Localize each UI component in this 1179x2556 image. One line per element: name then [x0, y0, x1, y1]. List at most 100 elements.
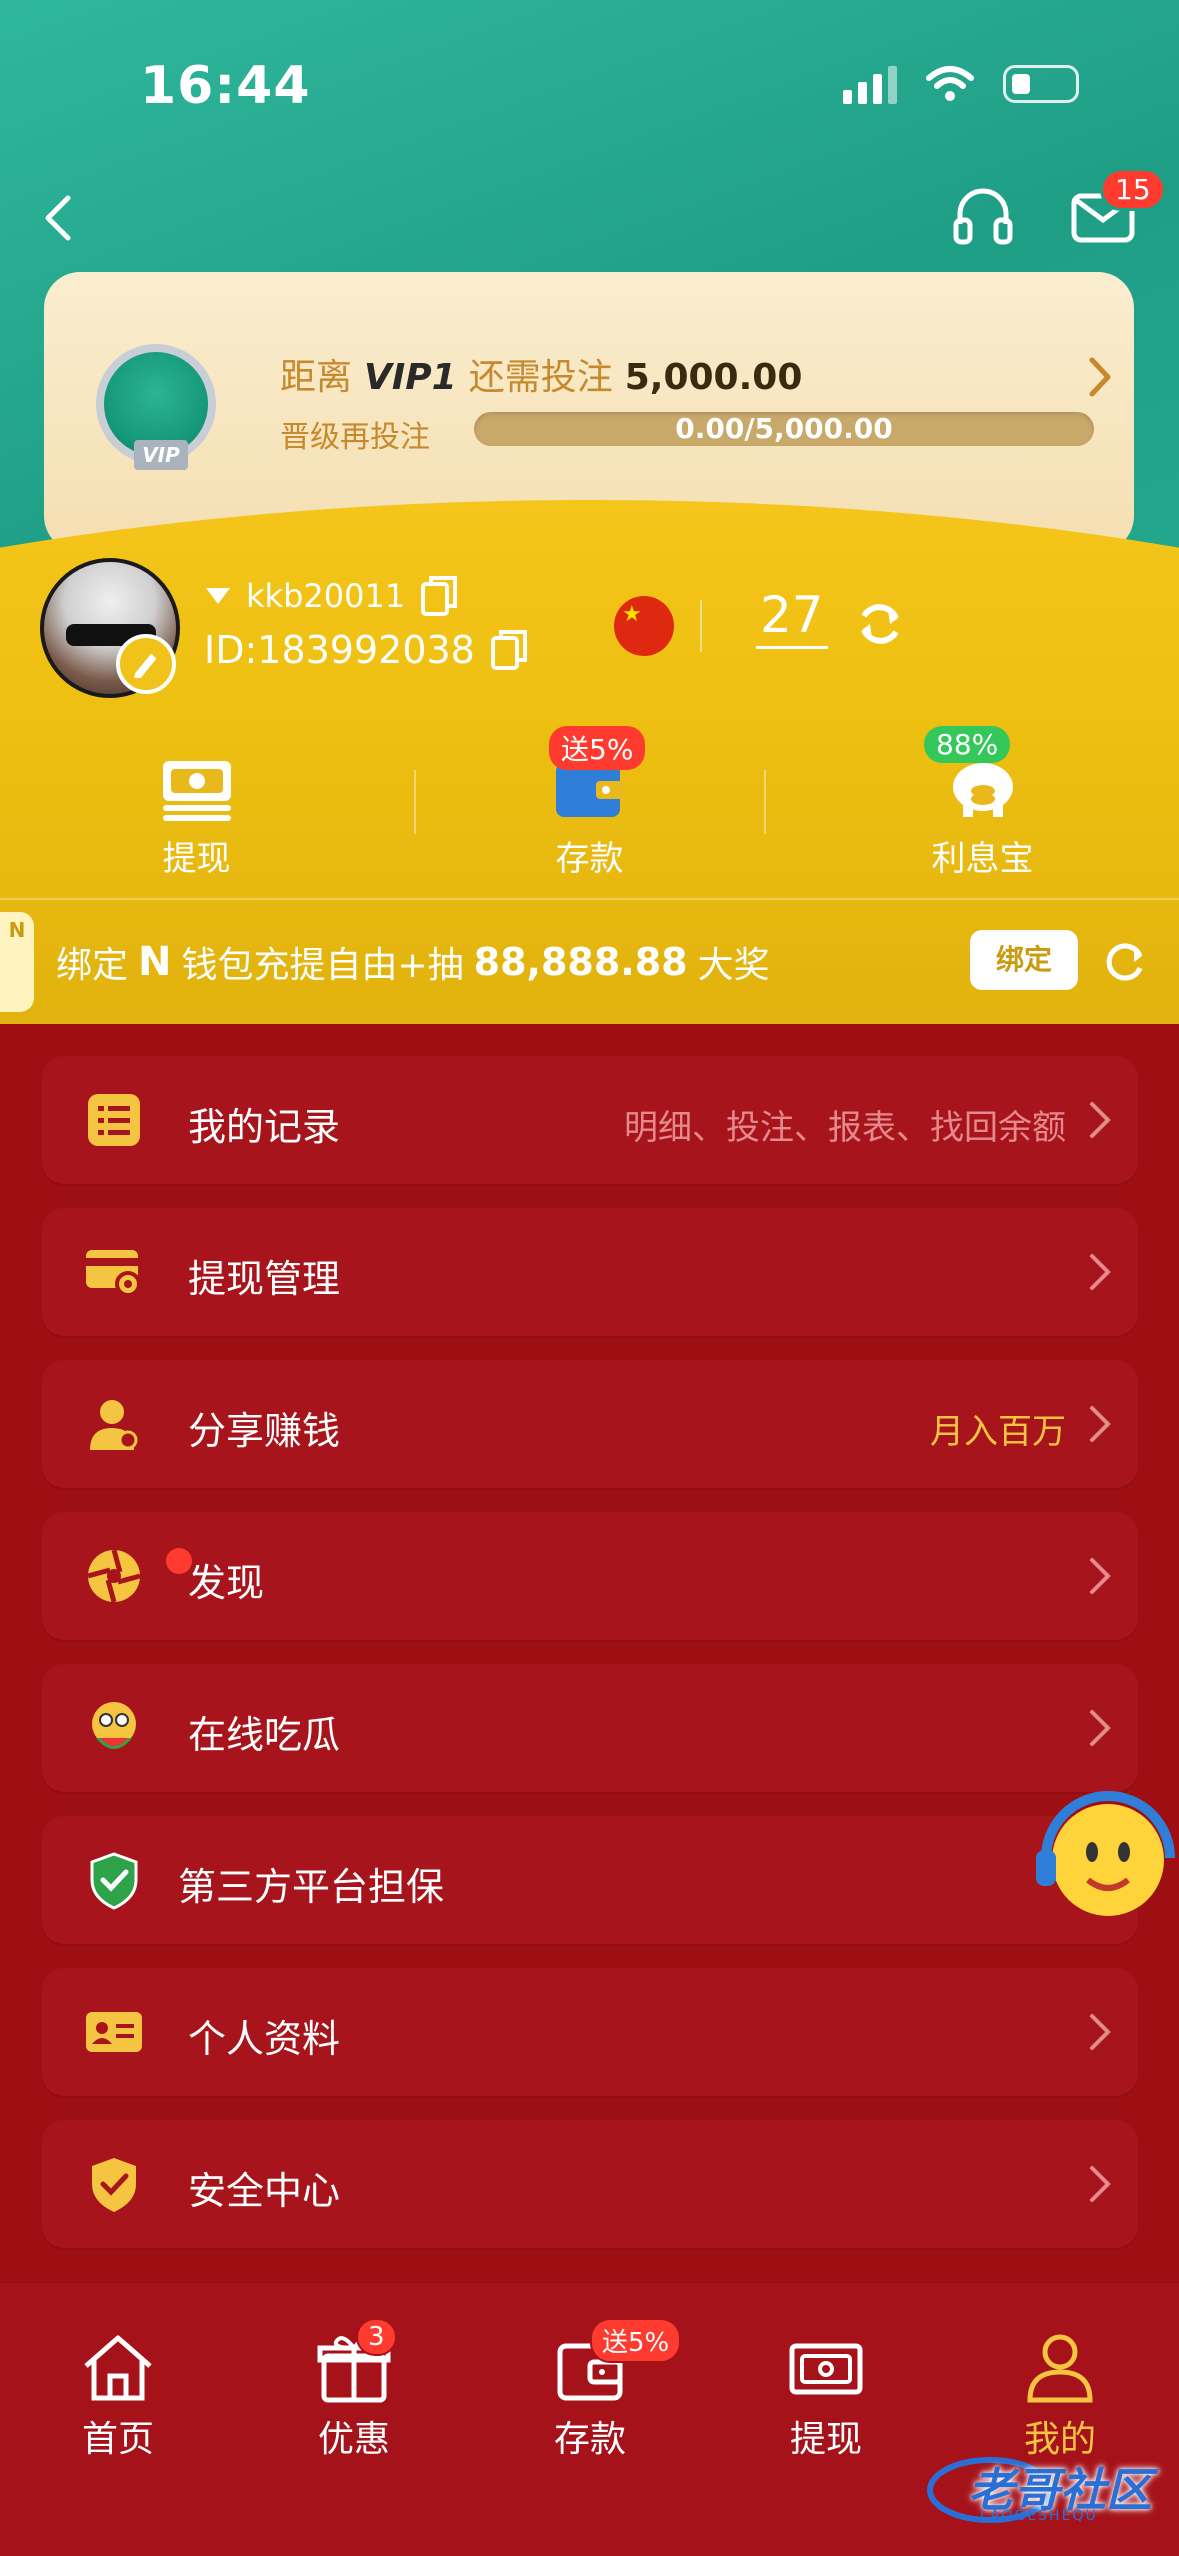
menu-label: 我的记录: [188, 1105, 341, 1149]
deposit-bonus-badge: 送5%: [590, 2318, 682, 2363]
customer-service-bot-icon[interactable]: [1026, 1788, 1176, 1938]
cellular-signal-icon: [843, 64, 897, 104]
user-icon: [1027, 2334, 1093, 2403]
user-id-row: ID:183992038: [204, 628, 529, 672]
divider: [700, 600, 702, 652]
menu-item-melon[interactable]: 在线吃瓜: [42, 1664, 1138, 1792]
quick-action-label: 利息宝: [931, 839, 1034, 879]
card-settings-icon: [86, 1250, 141, 1297]
menu-item-profile[interactable]: 个人资料: [42, 1968, 1138, 2096]
vip-level: VIP1: [364, 357, 457, 398]
shield-icon: [92, 2158, 136, 2212]
tab-label: 提现: [789, 2419, 862, 2460]
promo-brand: N: [138, 939, 172, 985]
mail-unread-badge: 15: [1100, 168, 1166, 211]
menu-label: 分享赚钱: [188, 1409, 341, 1453]
aperture-icon: [87, 1549, 141, 1603]
copy-icon[interactable]: [489, 628, 529, 672]
divider: [414, 770, 416, 834]
wifi-icon: [926, 66, 974, 101]
quick-action-deposit[interactable]: 送5% 存款: [393, 726, 786, 880]
user-id: ID:183992038: [204, 628, 475, 672]
flag-star-icon: ★: [622, 602, 642, 627]
copy-icon[interactable]: [419, 574, 459, 618]
menu-item-discover[interactable]: 发现: [42, 1512, 1138, 1640]
vip-requirement: 距离 VIP1 还需投注 5,000.00: [280, 348, 802, 400]
username: kkb20011: [246, 577, 406, 615]
list-icon: [88, 1094, 140, 1146]
caret-down-icon[interactable]: [204, 586, 232, 606]
vip-progress-bar: 0.00/5,000.00: [474, 412, 1094, 446]
chevron-right-icon[interactable]: [1080, 352, 1120, 402]
vip-progress-text: 0.00/5,000.00: [675, 412, 893, 445]
user-share-icon: [90, 1400, 138, 1450]
balance: 27: [756, 586, 828, 649]
ticket-icon: [789, 2343, 863, 2395]
refresh-icon[interactable]: [1100, 936, 1150, 986]
chevron-right-icon: [1090, 1406, 1111, 1442]
chevron-right-icon: [1090, 1254, 1111, 1290]
promo-body: 钱包充提自由+抽: [181, 945, 464, 986]
status-icons: [843, 64, 1079, 104]
chevron-right-icon: [1090, 1558, 1111, 1594]
promo-side-text: N: [8, 918, 26, 942]
promotions-count-badge: 3: [356, 2318, 397, 2356]
status-time: 16:44: [140, 56, 311, 116]
promo-suffix: 大奖: [697, 945, 770, 986]
melon-face-icon: [92, 1702, 136, 1749]
menu-label: 第三方平台担保: [178, 1865, 445, 1909]
tab-label: 首页: [81, 2419, 154, 2460]
menu-item-third-party-guarantee[interactable]: 第三方平台担保: [42, 1816, 1138, 1944]
piggy-bank-icon: [952, 763, 1013, 817]
promo-text: 绑定 N 钱包充提自由+抽 88,888.88 大奖: [56, 936, 770, 988]
menu-label: 安全中心: [188, 2169, 341, 2213]
tab-mine[interactable]: 我的: [970, 2330, 1150, 2462]
chevron-right-icon: [1090, 2166, 1111, 2202]
edit-pencil-icon[interactable]: [116, 634, 176, 694]
deposit-bonus-badge: 送5%: [549, 726, 646, 770]
vip-amount: 5,000.00: [624, 357, 803, 398]
vip-prefix: 距离: [280, 357, 353, 398]
menu-hint: 明细、投注、报表、找回余额: [624, 1108, 1066, 1148]
battery-icon: [1003, 65, 1079, 103]
menu-item-share-earn[interactable]: 分享赚钱 月入百万: [42, 1360, 1138, 1488]
china-flag-icon[interactable]: ★: [614, 596, 674, 656]
tab-promotions[interactable]: 优惠: [264, 2330, 444, 2462]
watermark-subtext: LAOGESHEQU: [980, 2508, 1098, 2524]
id-card-icon: [86, 2012, 142, 2052]
promo-bind-prefix: 绑定: [56, 945, 129, 986]
shield-check-icon: [90, 1852, 138, 1910]
quick-action-withdraw[interactable]: 提现: [0, 740, 393, 880]
quick-action-label: 存款: [555, 839, 624, 879]
interest-rate-badge: 88%: [924, 726, 1011, 763]
chevron-right-icon: [1090, 2014, 1111, 2050]
menu-hint: 月入百万: [930, 1412, 1066, 1452]
chevron-right-icon: [1090, 1710, 1111, 1746]
bind-button[interactable]: 绑定: [970, 930, 1078, 990]
home-icon: [84, 2335, 152, 2401]
menu-label: 发现: [188, 1561, 265, 1605]
menu-item-withdraw-management[interactable]: 提现管理: [42, 1208, 1138, 1336]
back-arrow-icon[interactable]: [30, 188, 90, 248]
vip-middle: 还需投注: [468, 357, 613, 398]
menu-label: 提现管理: [188, 1257, 341, 1301]
cash-icon: [162, 761, 231, 821]
quick-actions: 提现 送5% 存款 88% 利息宝: [0, 726, 1179, 880]
divider: [764, 770, 766, 834]
headset-icon[interactable]: [948, 180, 1018, 250]
promo-prize: 88,888.88: [473, 940, 688, 984]
chevron-right-icon: [1090, 1102, 1111, 1138]
quick-action-interest[interactable]: 88% 利息宝: [786, 726, 1179, 880]
tab-label: 优惠: [317, 2419, 390, 2460]
menu-item-security-center[interactable]: 安全中心: [42, 2120, 1138, 2248]
refresh-icon[interactable]: [852, 596, 908, 652]
menu-item-records[interactable]: 我的记录 明细、投注、报表、找回余额: [42, 1056, 1138, 1184]
menu-label: 个人资料: [188, 2017, 341, 2061]
quick-action-label: 提现: [162, 839, 231, 879]
vip-upgrade-label: 晋级再投注: [280, 420, 430, 455]
tab-withdraw[interactable]: 提现: [736, 2330, 916, 2462]
tab-home[interactable]: 首页: [28, 2330, 208, 2462]
promo-side-tab[interactable]: N: [0, 912, 34, 1012]
menu-label: 在线吃瓜: [188, 1713, 341, 1757]
username-row: kkb20011: [204, 574, 459, 618]
